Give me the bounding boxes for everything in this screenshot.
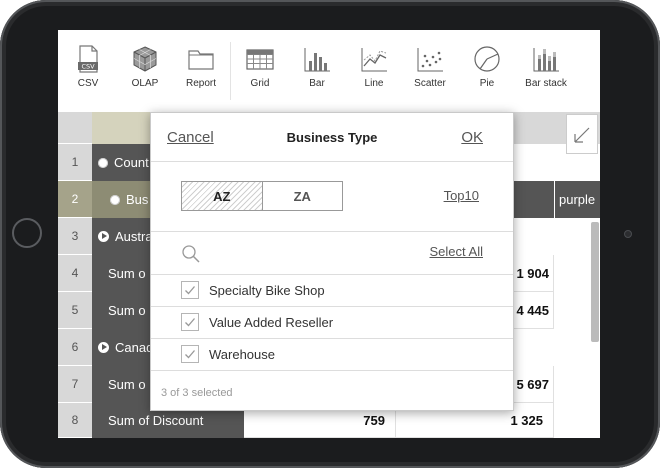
toolbar-pie[interactable]: Pie [470, 44, 504, 104]
bar-stack-icon [533, 48, 559, 72]
row-header[interactable]: Canad [92, 329, 150, 366]
cancel-button[interactable]: Cancel [167, 129, 214, 146]
toolbar-olap[interactable]: OLAP [125, 44, 165, 104]
search-row: Select All [151, 231, 513, 275]
row-label: Bus [126, 192, 149, 207]
tablet-frame: CSV CSV OLAP Report Grid Bar Line Scatte… [0, 0, 660, 468]
check-icon [185, 318, 195, 327]
grid-corner [58, 112, 92, 144]
toolbar-bar-stack[interactable]: Bar stack [520, 44, 572, 104]
toolbar-csv[interactable]: CSV CSV [70, 44, 106, 104]
arrow-down-left-icon [574, 127, 590, 143]
list-item[interactable]: Warehouse [151, 339, 513, 371]
row-label: Canad [115, 340, 150, 355]
toolbar-label: OLAP [131, 78, 159, 89]
row-label: Austra [115, 229, 150, 244]
row-header[interactable]: Count [92, 144, 150, 181]
vertical-scrollbar[interactable] [591, 222, 599, 342]
row-header[interactable]: Sum o [92, 292, 150, 329]
toolbar-separator [230, 42, 231, 100]
pie-chart-icon [474, 46, 500, 72]
toolbar-label: CSV [77, 78, 99, 89]
column-header-purple[interactable]: purple [555, 181, 600, 218]
row-number: 8 [58, 403, 92, 438]
toolbar-line[interactable]: Line [356, 44, 392, 104]
row-header[interactable]: Sum o [92, 255, 150, 292]
value-cell[interactable]: 5 697 [512, 366, 554, 403]
scatter-chart-icon [417, 48, 443, 72]
toolbar-label: Bar [309, 78, 325, 89]
value-cell[interactable]: 1 904 [512, 255, 554, 292]
grid-icon [246, 49, 274, 70]
gear-icon[interactable] [98, 158, 108, 168]
select-all-link[interactable]: Select All [430, 244, 483, 259]
search-icon [182, 245, 200, 263]
folder-icon [188, 50, 214, 70]
toolbar-label: Scatter [414, 78, 446, 89]
toolbar: CSV CSV OLAP Report Grid Bar Line Scatte… [58, 30, 600, 112]
gear-icon[interactable] [110, 195, 120, 205]
collapse-button[interactable] [566, 114, 598, 154]
column-header[interactable] [92, 112, 150, 144]
checkbox[interactable] [181, 281, 199, 299]
sort-az-button[interactable]: AZ [182, 182, 263, 210]
checkbox[interactable] [181, 313, 199, 331]
row-number: 3 [58, 218, 92, 255]
toolbar-bar[interactable]: Bar [300, 44, 334, 104]
list-item[interactable]: Value Added Reseller [151, 307, 513, 339]
row-header[interactable]: Sum o [92, 366, 150, 403]
line-chart-icon [361, 48, 387, 72]
row-label: Count [114, 155, 149, 170]
value-cell[interactable]: 4 445 [512, 292, 554, 329]
home-button[interactable] [12, 218, 42, 248]
list-item[interactable]: Specialty Bike Shop [151, 275, 513, 307]
toolbar-label: Pie [479, 78, 495, 89]
ok-button[interactable]: OK [461, 129, 483, 146]
check-icon [185, 286, 195, 295]
expand-icon[interactable] [98, 231, 109, 242]
list-item-label: Specialty Bike Shop [209, 283, 325, 298]
selection-count: 3 of 3 selected [161, 387, 233, 399]
row-header[interactable]: Bus [92, 181, 150, 218]
sort-toggle: AZ ZA [181, 181, 343, 211]
row-number: 7 [58, 366, 92, 403]
svg-text:CSV: CSV [81, 63, 95, 71]
search-input[interactable] [211, 242, 415, 266]
bar-chart-icon [304, 48, 330, 72]
row-number: 2 [58, 181, 92, 218]
sort-za-button[interactable]: ZA [263, 182, 343, 210]
toolbar-label: Line [364, 78, 384, 89]
toolbar-label: Grid [250, 78, 270, 89]
row-number: 4 [58, 255, 92, 292]
checkbox[interactable] [181, 345, 199, 363]
expand-icon[interactable] [98, 342, 109, 353]
toolbar-scatter[interactable]: Scatter [410, 44, 450, 104]
row-header[interactable]: Austra [92, 218, 150, 255]
screen: CSV CSV OLAP Report Grid Bar Line Scatte… [58, 30, 600, 438]
row-number: 5 [58, 292, 92, 329]
toolbar-grid[interactable]: Grid [243, 44, 277, 104]
row-number: 6 [58, 329, 92, 366]
cube-icon [133, 46, 157, 72]
top10-link[interactable]: Top10 [444, 188, 479, 203]
column-header-cell [512, 181, 554, 218]
list-item-label: Warehouse [209, 347, 275, 362]
check-icon [185, 350, 195, 359]
filter-dialog: Business Type Cancel OK AZ ZA Top10 Sele… [150, 112, 514, 411]
toolbar-label: Bar stack [525, 78, 567, 89]
dialog-header: Business Type Cancel OK [151, 113, 513, 162]
row-number: 1 [58, 144, 92, 181]
csv-icon: CSV [78, 45, 98, 73]
toolbar-label: Report [185, 78, 216, 89]
list-item-label: Value Added Reseller [209, 315, 334, 330]
camera [624, 230, 632, 238]
toolbar-report[interactable]: Report [180, 44, 222, 104]
